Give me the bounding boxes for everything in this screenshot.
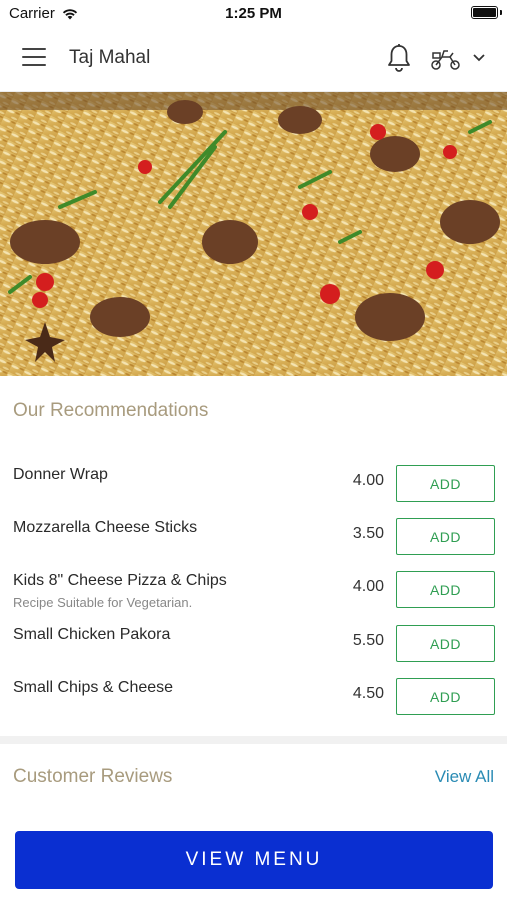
recommendations-title: Our Recommendations — [13, 400, 209, 421]
restaurant-name: Taj Mahal — [69, 47, 151, 68]
item-name: Small Chicken Pakora — [13, 626, 171, 643]
app-header: Taj Mahal — [0, 26, 507, 92]
list-item: Mozzarella Cheese Sticks 3.50 ADD — [0, 508, 507, 561]
section-divider — [0, 736, 507, 744]
list-item: Small Chips & Cheese 4.50 ADD — [0, 668, 507, 721]
status-bar: Carrier 1:25 PM — [0, 0, 507, 26]
add-button[interactable]: ADD — [396, 625, 495, 662]
add-button[interactable]: ADD — [396, 571, 495, 608]
item-price: 4.00 — [352, 578, 384, 595]
bell-icon[interactable] — [385, 43, 413, 73]
item-price: 4.00 — [352, 472, 384, 489]
item-price: 4.50 — [352, 685, 384, 702]
hero-image — [0, 92, 507, 376]
add-button[interactable]: ADD — [396, 465, 495, 502]
view-menu-button[interactable]: VIEW MENU — [15, 831, 493, 889]
reviews-title: Customer Reviews — [13, 766, 173, 787]
menu-icon[interactable] — [22, 48, 48, 68]
chevron-down-icon[interactable] — [472, 52, 486, 64]
add-button[interactable]: ADD — [396, 518, 495, 555]
scooter-icon[interactable] — [430, 47, 462, 71]
item-price: 5.50 — [352, 632, 384, 649]
list-item: Small Chicken Pakora 5.50 ADD — [0, 615, 507, 668]
battery-cap — [500, 10, 502, 15]
view-all-link[interactable]: View All — [435, 767, 494, 787]
item-name: Donner Wrap — [13, 466, 108, 483]
item-name: Small Chips & Cheese — [13, 679, 174, 696]
battery-icon — [471, 6, 498, 19]
list-item: Donner Wrap 4.00 ADD — [0, 455, 507, 508]
biryani-photo — [0, 92, 507, 376]
item-name: Mozzarella Cheese Sticks — [13, 519, 198, 536]
status-time: 1:25 PM — [225, 5, 282, 22]
list-item: Kids 8" Cheese Pizza & Chips Recipe Suit… — [0, 561, 507, 614]
add-button[interactable]: ADD — [396, 678, 495, 715]
item-name: Kids 8" Cheese Pizza & Chips — [13, 572, 227, 589]
item-price: 3.50 — [352, 525, 384, 542]
item-note: Recipe Suitable for Vegetarian. — [13, 595, 193, 610]
